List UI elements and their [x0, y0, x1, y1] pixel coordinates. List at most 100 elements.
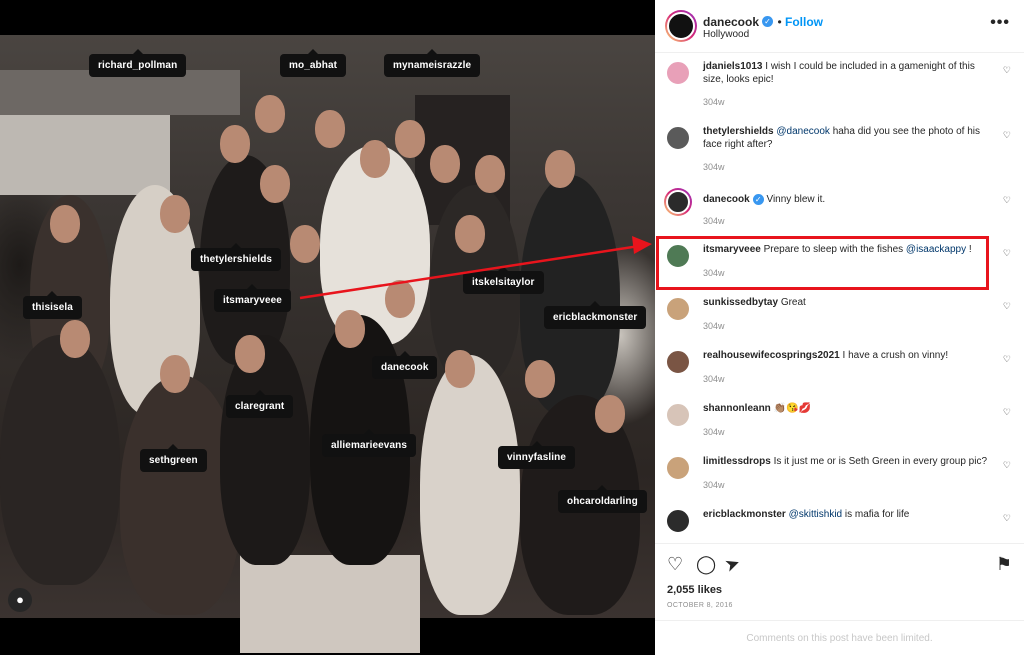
face [430, 145, 460, 183]
likes-count[interactable]: 2,055 likes [667, 584, 722, 596]
photo-tag-thetylershields[interactable]: thetylershields [191, 243, 282, 271]
photo-wall [0, 115, 170, 195]
face [445, 350, 475, 388]
post-date[interactable]: OCTOBER 8, 2016 [667, 602, 733, 609]
comment-time[interactable]: 304w [703, 374, 725, 384]
comment-body: is mafia for life [844, 509, 910, 520]
comment-username[interactable]: limitlessdrops [703, 456, 771, 467]
photo-tag-mynameisrazzle[interactable]: mynameisrazzle [384, 49, 481, 77]
person-silhouette [220, 335, 310, 565]
comment-mention[interactable]: @skittishkid [789, 509, 843, 520]
face [160, 355, 190, 393]
face [360, 140, 390, 178]
more-options-icon[interactable]: ••• [990, 14, 1010, 32]
comment-username[interactable]: jdaniels1013 [703, 61, 762, 72]
post-side-panel: danecook ✓ • Follow Hollywood ••• jdaniel… [655, 0, 1024, 655]
comment-username[interactable]: shannonleann [703, 403, 771, 414]
comment-username[interactable]: thetylershields [703, 126, 774, 137]
avatar[interactable] [665, 60, 691, 86]
comment-time[interactable]: 304w [703, 480, 725, 490]
verified-icon: ✓ [762, 16, 774, 28]
face [290, 225, 320, 263]
photo-tag-thisisela[interactable]: thisisela [23, 291, 82, 319]
avatar[interactable] [666, 190, 690, 214]
photo-tag-mo-abhat[interactable]: mo_abhat [280, 49, 347, 77]
face [315, 110, 345, 148]
post-header: danecook ✓ • Follow Hollywood ••• [655, 0, 1024, 53]
face [395, 120, 425, 158]
face [335, 310, 365, 348]
like-comment-heart-icon[interactable]: ♡ [1003, 248, 1011, 259]
face [220, 125, 250, 163]
follow-button[interactable]: Follow [785, 15, 823, 29]
comment-body: Great [780, 297, 806, 308]
comment-text: realhousewifecosprings2021 I have a crus… [703, 349, 993, 362]
comment-text: sunkissedbytay Great [703, 296, 993, 309]
comment-username[interactable]: sunkissedbytay [703, 297, 778, 308]
post-username[interactable]: danecook [703, 15, 759, 29]
photo-tag-danecook[interactable]: danecook [372, 351, 438, 379]
comments-list[interactable]: jdaniels1013 I wish I could be included … [655, 53, 1024, 543]
comment-text: shannonleann 👏🏽😘💋 [703, 402, 993, 415]
post-location[interactable]: Hollywood [703, 29, 749, 40]
comment-body: Is it just me or is Seth Green in every … [773, 456, 988, 467]
comment-mention[interactable]: @danecook [776, 126, 830, 137]
highlight-box [656, 236, 989, 290]
photo-tag-richard-pollman[interactable]: richard_pollman [89, 49, 187, 77]
comment-time[interactable]: 304w [703, 216, 725, 226]
like-comment-heart-icon[interactable]: ♡ [1003, 301, 1011, 312]
avatar[interactable] [665, 508, 691, 534]
photo-tag-sethgreen[interactable]: sethgreen [140, 444, 207, 472]
face [595, 395, 625, 433]
photo-tag-ericblackmonster[interactable]: ericblackmonster [544, 301, 647, 329]
avatar[interactable] [665, 296, 691, 322]
comment-body: I have a crush on vinny! [842, 350, 949, 361]
like-comment-heart-icon[interactable]: ♡ [1003, 354, 1011, 365]
face [235, 335, 265, 373]
like-comment-heart-icon[interactable]: ♡ [1003, 513, 1011, 524]
save-bookmark-icon[interactable]: ⚑ [996, 554, 1012, 575]
face [255, 95, 285, 133]
comment-username[interactable]: danecook [703, 194, 750, 205]
comment-body: Vinny blew it. [766, 194, 826, 205]
comment-text: danecook ✓ Vinny blew it. [703, 193, 993, 206]
comment-username[interactable]: realhousewifecosprings2021 [703, 350, 840, 361]
photo-tag-itsmaryveee[interactable]: itsmaryveee [214, 284, 291, 312]
avatar[interactable] [665, 455, 691, 481]
avatar[interactable] [665, 402, 691, 428]
like-heart-icon[interactable]: ♡ [667, 554, 683, 575]
photo-tag-claregrant[interactable]: claregrant [226, 390, 294, 418]
comment-text: ericblackmonster @skittishkid is mafia f… [703, 508, 993, 521]
verified-icon: ✓ [752, 193, 764, 205]
comment-time[interactable]: 304w [703, 97, 725, 107]
photo-floor [240, 555, 420, 653]
avatar[interactable] [667, 12, 695, 40]
photo-tag-alliemarieevans[interactable]: alliemarieevans [322, 429, 416, 457]
comment-text: limitlessdrops Is it just me or is Seth … [703, 455, 993, 468]
photo-tag-vinnyfasline[interactable]: vinnyfasline [498, 441, 575, 469]
like-comment-heart-icon[interactable]: ♡ [1003, 65, 1011, 76]
face [160, 195, 190, 233]
like-comment-heart-icon[interactable]: ♡ [1003, 460, 1011, 471]
face [475, 155, 505, 193]
photo-tag-itskelsitaylor[interactable]: itskelsitaylor [463, 266, 544, 294]
comment-time[interactable]: 304w [703, 162, 725, 172]
comment-text: thetylershields @danecook haha did you s… [703, 125, 993, 151]
photo-tag-ohcaroldarling[interactable]: ohcaroldarling [558, 485, 647, 513]
share-icon[interactable]: ➤ [722, 552, 743, 577]
face [60, 320, 90, 358]
comment-time[interactable]: 304w [703, 321, 725, 331]
avatar[interactable] [665, 125, 691, 151]
comment-icon[interactable]: ◯ [696, 554, 716, 575]
avatar[interactable] [665, 349, 691, 375]
person-silhouette [420, 355, 520, 615]
comment-time[interactable]: 304w [703, 427, 725, 437]
comment-text: jdaniels1013 I wish I could be included … [703, 60, 993, 86]
tagged-users-icon[interactable]: ● [8, 588, 32, 612]
comment-username[interactable]: ericblackmonster [703, 509, 786, 520]
like-comment-heart-icon[interactable]: ♡ [1003, 195, 1011, 206]
face [525, 360, 555, 398]
like-comment-heart-icon[interactable]: ♡ [1003, 130, 1011, 141]
like-comment-heart-icon[interactable]: ♡ [1003, 407, 1011, 418]
separator-dot: • [777, 15, 786, 29]
